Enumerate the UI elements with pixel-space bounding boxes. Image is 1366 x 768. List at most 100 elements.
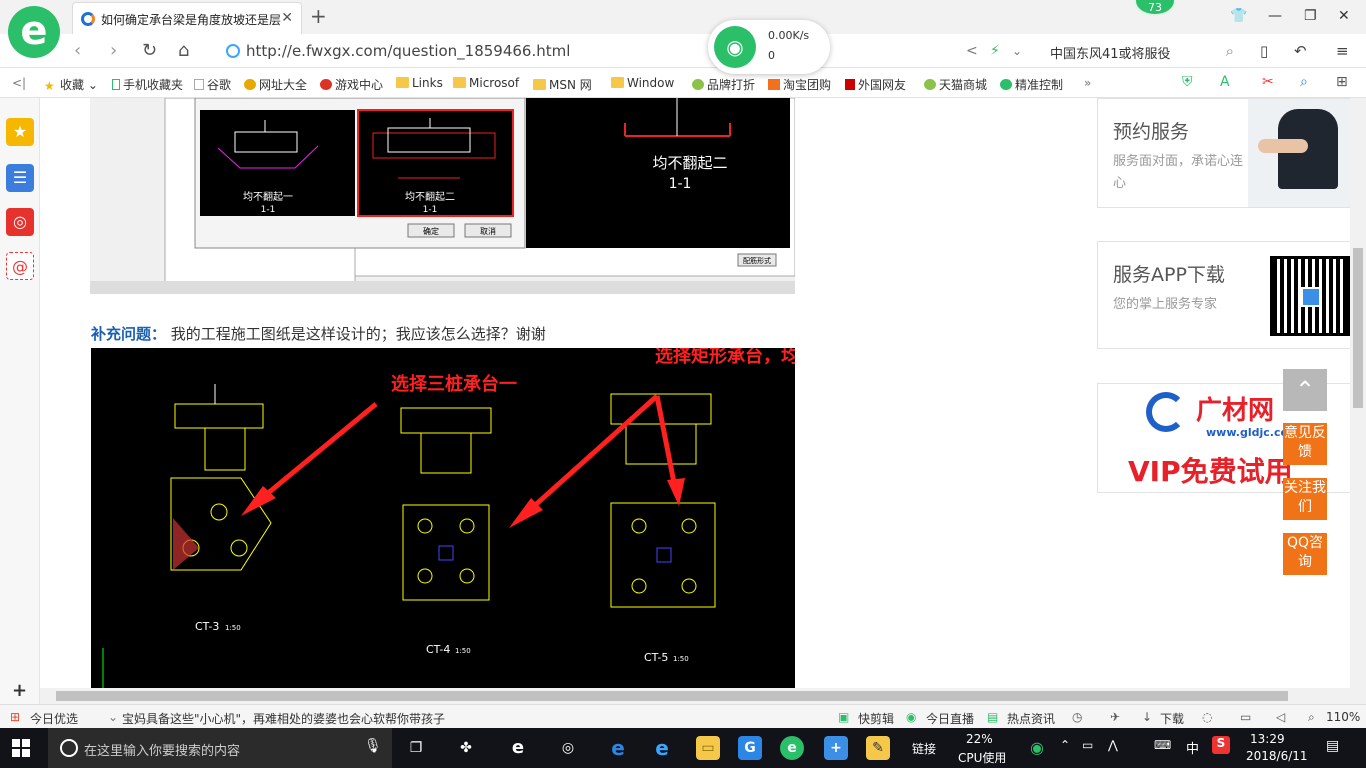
task-view-icon[interactable]: ❐ bbox=[404, 736, 428, 760]
magnifier-icon[interactable]: ⌕ bbox=[1300, 74, 1308, 90]
bookmark-item[interactable]: 网址大全 bbox=[244, 76, 307, 93]
battery-icon[interactable]: ▭ bbox=[1082, 738, 1093, 752]
bookmark-item[interactable]: 手机收藏夹 bbox=[112, 76, 183, 93]
hotnews-link[interactable]: 热点资讯 bbox=[1007, 710, 1055, 727]
star-icon[interactable]: ★ bbox=[6, 118, 34, 146]
translate-icon[interactable]: A bbox=[1220, 74, 1230, 90]
edge-icon[interactable]: e bbox=[606, 736, 630, 760]
add-sidebar-icon[interactable]: + bbox=[12, 680, 27, 701]
keyboard-icon[interactable]: ⌨ bbox=[1154, 738, 1171, 752]
taskbar-search[interactable]: 在这里输入你要搜索的内容 🎙 bbox=[48, 728, 392, 768]
service-booking-card[interactable]: 预约服务 服务面对面，承诺心连心 bbox=[1097, 98, 1350, 208]
restore-button[interactable]: ❐ bbox=[1304, 8, 1317, 24]
shirt-icon[interactable]: 👕 bbox=[1230, 8, 1247, 24]
taskbar-search-placeholder[interactable]: 在这里输入你要搜索的内容 bbox=[84, 740, 240, 759]
home-button[interactable]: ⌂ bbox=[178, 40, 189, 61]
close-tab-icon[interactable]: ✕ bbox=[281, 10, 293, 26]
network-widget[interactable]: ◉ 0.00K/s 0 bbox=[708, 20, 830, 74]
scissors-icon[interactable]: ✂ bbox=[1262, 74, 1274, 90]
live-link[interactable]: 今日直播 bbox=[926, 710, 974, 727]
zoom-icon[interactable]: ⌕ bbox=[1308, 710, 1315, 725]
bolt-icon[interactable]: ⚡ bbox=[990, 43, 1000, 59]
news-ticker[interactable]: 宝妈具备这些"小心机"，再难相处的婆婆也会心软帮你带孩子 bbox=[122, 710, 445, 727]
forward-button[interactable]: › bbox=[110, 40, 117, 61]
url-field[interactable]: http://e.fwxgx.com/question_1859466.html bbox=[218, 38, 698, 64]
ime-indicator[interactable]: 中 bbox=[1186, 738, 1199, 757]
vertical-scrollbar[interactable] bbox=[1350, 98, 1366, 704]
follow-us-button[interactable]: 关注我们 bbox=[1283, 478, 1327, 520]
notification-badge[interactable]: 73 bbox=[1134, 0, 1176, 16]
undo-icon[interactable]: ↶ bbox=[1294, 42, 1307, 60]
volume-icon[interactable]: ◁ bbox=[1276, 710, 1285, 724]
vertical-scroll-thumb[interactable] bbox=[1353, 248, 1363, 408]
speed-icon[interactable]: ◷ bbox=[1072, 710, 1082, 724]
today-picks-link[interactable]: 今日优选 bbox=[30, 710, 78, 727]
bookmark-item[interactable]: 谷歌 bbox=[194, 76, 231, 93]
download-link[interactable]: 下载 bbox=[1160, 710, 1184, 727]
weibo-icon[interactable]: ◎ bbox=[6, 208, 34, 236]
phone-icon[interactable]: ▯ bbox=[1260, 42, 1268, 60]
pinwheel-app-icon[interactable]: ✤ bbox=[454, 736, 478, 760]
kuaijian-link[interactable]: 快剪辑 bbox=[858, 710, 894, 727]
search-box[interactable]: 中国东风41或将服役 ⌕ bbox=[1040, 38, 1240, 64]
back-button[interactable]: ‹ bbox=[74, 40, 81, 61]
window-icon[interactable]: ▭ bbox=[1240, 710, 1251, 724]
close-window-button[interactable]: ✕ bbox=[1338, 8, 1350, 24]
chevron-down-icon[interactable]: ⌄ bbox=[1012, 44, 1022, 58]
bookmark-folder[interactable]: Links bbox=[396, 76, 443, 90]
browser-e-icon[interactable]: e bbox=[506, 736, 530, 760]
more-bookmarks-icon[interactable]: » bbox=[1084, 76, 1091, 90]
microphone-icon[interactable]: 🎙 bbox=[364, 738, 382, 754]
g-app-icon[interactable]: G bbox=[738, 736, 762, 760]
bookmark-folder[interactable]: MSN 网 bbox=[533, 76, 592, 93]
share-icon[interactable]: < bbox=[966, 43, 978, 59]
app-download-card[interactable]: 服务APP下载 您的掌上服务专家 bbox=[1097, 241, 1350, 349]
mail-icon[interactable]: @ bbox=[6, 252, 34, 280]
windows-start-icon[interactable] bbox=[12, 739, 30, 757]
wifi-tray-icon[interactable]: ◉ bbox=[1030, 738, 1044, 757]
browser-active-icon[interactable]: e bbox=[780, 736, 804, 760]
bookmark-item[interactable]: 淘宝团购 bbox=[768, 76, 831, 93]
clock-date[interactable]: 2018/6/11 bbox=[1246, 749, 1308, 763]
bookmark-item[interactable]: 品牌打折 bbox=[692, 76, 755, 93]
plus-app-icon[interactable]: + bbox=[824, 736, 848, 760]
bookmark-item[interactable]: 外国网友 bbox=[845, 76, 906, 93]
qq-consult-button[interactable]: QQ咨询 bbox=[1283, 533, 1327, 575]
ie-icon[interactable]: e bbox=[650, 736, 674, 760]
url-text[interactable]: http://e.fwxgx.com/question_1859466.html bbox=[246, 42, 570, 60]
clock-time[interactable]: 13:29 bbox=[1250, 732, 1285, 746]
new-tab-button[interactable]: + bbox=[310, 4, 327, 28]
bookmark-item[interactable]: 游戏中心 bbox=[320, 76, 383, 93]
browser-tab[interactable]: 如何确定承台梁是角度放坡还是层 ✕ bbox=[72, 2, 302, 34]
shield-icon[interactable]: ⛨ bbox=[1182, 74, 1193, 90]
back-to-top-button[interactable]: ⌃ bbox=[1283, 369, 1327, 411]
bookmark-item[interactable]: 精准控制 bbox=[1000, 76, 1063, 93]
bookmark-folder[interactable]: Microsof bbox=[453, 76, 519, 90]
chevron-down-icon[interactable]: ⌄ bbox=[108, 710, 118, 724]
file-explorer-icon[interactable]: ▭ bbox=[696, 736, 720, 760]
link-label[interactable]: 链接 bbox=[912, 740, 936, 757]
notes-app-icon[interactable]: ✎ bbox=[866, 736, 890, 760]
pin-icon[interactable]: ✈ bbox=[1110, 710, 1120, 724]
search-icon[interactable]: ⌕ bbox=[1226, 42, 1234, 60]
list-icon[interactable]: ☰ bbox=[6, 164, 34, 192]
minimize-button[interactable]: — bbox=[1268, 8, 1282, 24]
feedback-button[interactable]: 意见反馈 bbox=[1283, 423, 1327, 465]
bookmark-folder[interactable]: Window bbox=[611, 76, 674, 90]
zoom-level[interactable]: 110% bbox=[1326, 710, 1360, 724]
menu-icon[interactable]: ≡ bbox=[1336, 42, 1349, 60]
refresh-button[interactable]: ↻ bbox=[142, 40, 157, 61]
ie-mode-icon[interactable]: ◌ bbox=[1202, 710, 1212, 724]
download-icon[interactable]: ↓ bbox=[1142, 710, 1152, 724]
bookmark-item[interactable]: ★ 收藏 ⌄ bbox=[44, 76, 98, 93]
chevron-up-icon[interactable]: ⌃ bbox=[1060, 738, 1070, 752]
network-icon[interactable]: ⋀ bbox=[1108, 738, 1118, 752]
sidebar-toggle-icon[interactable]: <| bbox=[12, 76, 26, 90]
apps-grid-icon[interactable]: ⊞ bbox=[1336, 74, 1348, 90]
horizontal-scrollbar[interactable] bbox=[40, 688, 1350, 704]
search-text[interactable]: 中国东风41或将服役 bbox=[1050, 43, 1171, 62]
horizontal-scroll-thumb[interactable] bbox=[56, 691, 1288, 701]
notifications-icon[interactable]: ▤ bbox=[1326, 738, 1339, 754]
sogou-icon[interactable]: S bbox=[1212, 736, 1230, 754]
bookmark-item[interactable]: 天猫商城 bbox=[924, 76, 987, 93]
